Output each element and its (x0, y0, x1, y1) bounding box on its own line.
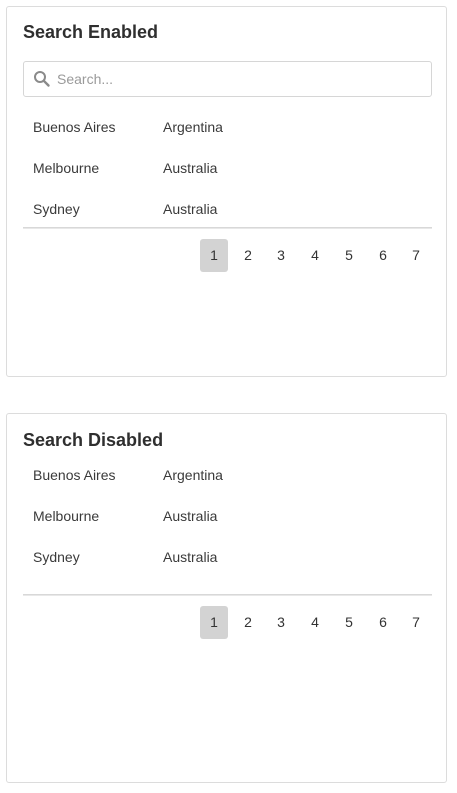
table-row[interactable]: Buenos Aires Argentina (23, 455, 432, 496)
table-row[interactable]: Melbourne Australia (23, 496, 432, 537)
country-cell: Australia (163, 508, 218, 524)
search-enabled-panel: Search Enabled Buenos Aires Argentina Me… (6, 6, 447, 377)
city-cell: Buenos Aires (33, 119, 116, 135)
page-button-4[interactable]: 4 (301, 239, 329, 272)
search-disabled-panel: Search Disabled Buenos Aires Argentina M… (6, 413, 447, 783)
page-button-2[interactable]: 2 (234, 606, 262, 639)
country-cell: Australia (163, 201, 218, 217)
table-row[interactable]: Sydney Australia (23, 537, 432, 578)
search-input[interactable] (57, 63, 417, 95)
page-button-5[interactable]: 5 (335, 606, 363, 639)
city-cell: Melbourne (33, 160, 100, 176)
panel-title: Search Disabled (23, 430, 164, 450)
panel-title: Search Enabled (23, 22, 159, 42)
search-icon (33, 70, 51, 88)
page-button-1[interactable]: 1 (200, 239, 228, 272)
table-divider (23, 594, 432, 596)
city-cell: Sydney (33, 201, 80, 217)
country-cell: Australia (163, 160, 218, 176)
table-divider (23, 227, 432, 229)
country-cell: Argentina (163, 467, 223, 483)
data-table: Buenos Aires Argentina Melbourne Austral… (23, 107, 432, 230)
search-box[interactable] (23, 61, 432, 97)
table-row[interactable]: Sydney Australia (23, 189, 432, 230)
page-button-3[interactable]: 3 (267, 239, 295, 272)
page-button-7[interactable]: 7 (402, 606, 430, 639)
data-table: Buenos Aires Argentina Melbourne Austral… (23, 455, 432, 578)
page-button-2[interactable]: 2 (234, 239, 262, 272)
page-button-6[interactable]: 6 (369, 606, 397, 639)
country-cell: Argentina (163, 119, 223, 135)
table-row[interactable]: Buenos Aires Argentina (23, 107, 432, 148)
country-cell: Australia (163, 549, 218, 565)
page-button-1[interactable]: 1 (200, 606, 228, 639)
city-cell: Melbourne (33, 508, 100, 524)
page-button-3[interactable]: 3 (267, 606, 295, 639)
page-button-6[interactable]: 6 (369, 239, 397, 272)
city-cell: Sydney (33, 549, 80, 565)
city-cell: Buenos Aires (33, 467, 116, 483)
page-button-7[interactable]: 7 (402, 239, 430, 272)
page-button-4[interactable]: 4 (301, 606, 329, 639)
page-button-5[interactable]: 5 (335, 239, 363, 272)
table-row[interactable]: Melbourne Australia (23, 148, 432, 189)
